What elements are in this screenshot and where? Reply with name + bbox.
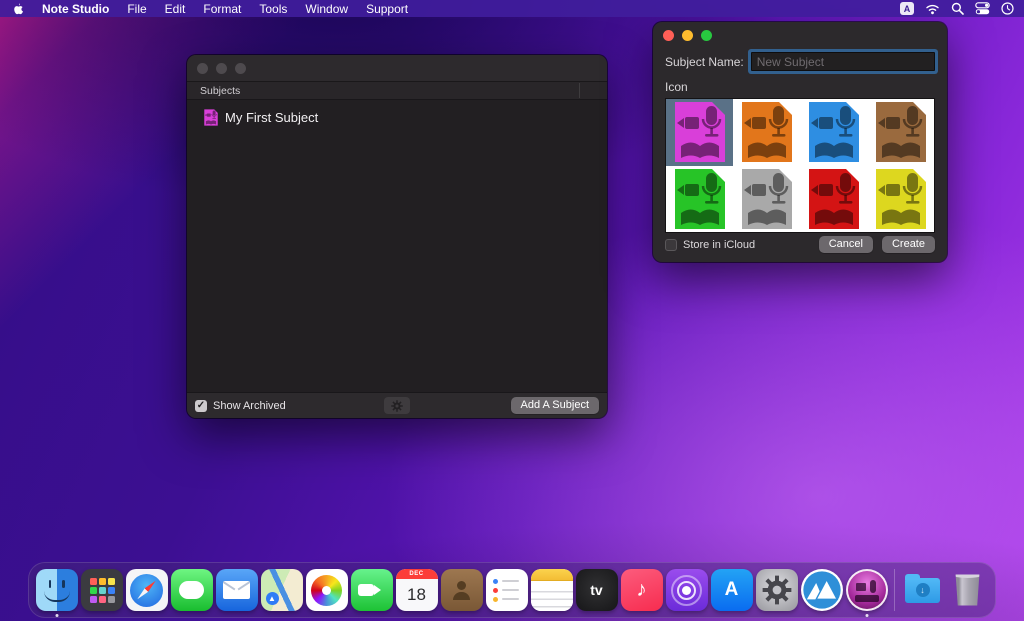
menu-support[interactable]: Support	[357, 2, 417, 16]
close-button[interactable]	[197, 63, 208, 74]
close-button[interactable]	[663, 30, 674, 41]
spotlight-search-icon[interactable]	[951, 2, 964, 15]
dock-photos-icon[interactable]	[304, 563, 349, 617]
show-archived-label: Show Archived	[213, 400, 286, 412]
gear-icon	[391, 400, 403, 412]
dock-podcasts-icon[interactable]	[664, 563, 709, 617]
create-button[interactable]: Create	[882, 236, 935, 253]
minimize-button[interactable]	[216, 63, 227, 74]
running-indicator	[55, 614, 58, 617]
subject-icon-option-magenta[interactable]	[666, 99, 733, 166]
dock-launchpad-icon[interactable]	[79, 563, 124, 617]
subject-icon-option-brown[interactable]	[867, 99, 934, 166]
menu-window[interactable]: Window	[296, 2, 357, 16]
subjects-column-header[interactable]: Subjects	[187, 82, 607, 100]
dock-music-icon[interactable]: ♪	[619, 563, 664, 617]
control-center-icon[interactable]	[975, 2, 990, 15]
menu-tools[interactable]: Tools	[250, 2, 296, 16]
dock-separator	[894, 569, 895, 611]
dock-reminders-icon[interactable]	[484, 563, 529, 617]
input-source-icon[interactable]: A	[900, 2, 914, 15]
subject-document-icon	[204, 109, 218, 126]
dock-messages-icon[interactable]	[169, 563, 214, 617]
dock-mountain-app-icon[interactable]	[799, 563, 844, 617]
menu-format[interactable]: Format	[194, 2, 250, 16]
dock-note-studio-icon[interactable]	[844, 563, 889, 617]
show-archived-checkbox[interactable]: ✓	[195, 400, 207, 412]
icon-picker-grid	[665, 98, 935, 233]
dock-contacts-icon[interactable]	[439, 563, 484, 617]
add-subject-button[interactable]: Add A Subject	[511, 397, 600, 414]
menu-app-name[interactable]: Note Studio	[33, 2, 118, 16]
dock: ▲ DEC 18 tv	[28, 562, 996, 618]
subject-icon-option-yellow[interactable]	[867, 166, 934, 233]
desktop-wallpaper: Note Studio FileEditFormatToolsWindowSup…	[0, 0, 1024, 621]
menu-file[interactable]: File	[118, 2, 155, 16]
dock-apple-tv-icon[interactable]: tv	[574, 563, 619, 617]
menu-bar-status-area: A	[900, 2, 1014, 15]
icon-section-label: Icon	[665, 80, 935, 94]
column-divider[interactable]	[579, 83, 580, 98]
subjects-window-titlebar[interactable]	[187, 55, 607, 82]
dock-system-preferences-icon[interactable]	[754, 563, 799, 617]
menu-items: FileEditFormatToolsWindowSupport	[118, 2, 417, 16]
actions-gear-button[interactable]	[384, 397, 410, 414]
calendar-day: 18	[396, 579, 438, 611]
running-indicator	[865, 614, 868, 617]
subject-icon-option-orange[interactable]	[733, 99, 800, 166]
clock-icon[interactable]	[1001, 2, 1014, 15]
subject-icon-option-blue[interactable]	[800, 99, 867, 166]
subjects-window: Subjects My First Subject ✓ Show Archive…	[187, 55, 607, 418]
subjects-footer-bar: ✓ Show Archived	[187, 392, 607, 418]
menu-edit[interactable]: Edit	[156, 2, 195, 16]
new-subject-dialog: Subject Name: Icon	[653, 22, 947, 262]
dock-safari-icon[interactable]	[124, 563, 169, 617]
dock-facetime-icon[interactable]	[349, 563, 394, 617]
menu-bar: Note Studio FileEditFormatToolsWindowSup…	[0, 0, 1024, 17]
cancel-button[interactable]: Cancel	[819, 236, 873, 253]
calendar-month: DEC	[396, 569, 438, 579]
dock-calendar-icon[interactable]: DEC 18	[394, 563, 439, 617]
subject-icon-option-green[interactable]	[666, 166, 733, 233]
minimize-button[interactable]	[682, 30, 693, 41]
store-in-icloud-checkbox[interactable]	[665, 239, 677, 251]
subject-row[interactable]: My First Subject	[187, 101, 607, 126]
subject-name-label: Subject Name:	[665, 55, 744, 69]
dock-maps-icon[interactable]: ▲	[259, 563, 304, 617]
dock-trash-icon[interactable]	[945, 563, 990, 617]
dialog-footer: Store in iCloud Cancel Create	[665, 236, 935, 253]
subject-icon-option-red[interactable]	[800, 166, 867, 233]
dock-mail-icon[interactable]	[214, 563, 259, 617]
subjects-list: My First Subject	[187, 101, 607, 392]
wifi-icon[interactable]	[925, 3, 940, 15]
dock-downloads-icon[interactable]: ↓	[900, 563, 945, 617]
subject-row-title: My First Subject	[225, 110, 318, 125]
apple-menu-icon[interactable]	[12, 2, 25, 15]
dock-notes-icon[interactable]	[529, 563, 574, 617]
subject-name-input[interactable]	[751, 52, 935, 71]
dialog-titlebar[interactable]	[653, 22, 947, 48]
dock-finder-icon[interactable]	[34, 563, 79, 617]
dock-app-store-icon[interactable]: A	[709, 563, 754, 617]
subject-icon-option-gray[interactable]	[733, 166, 800, 233]
zoom-button[interactable]	[235, 63, 246, 74]
subjects-column-header-label: Subjects	[187, 85, 240, 97]
zoom-button[interactable]	[701, 30, 712, 41]
store-in-icloud-label: Store in iCloud	[683, 239, 755, 251]
